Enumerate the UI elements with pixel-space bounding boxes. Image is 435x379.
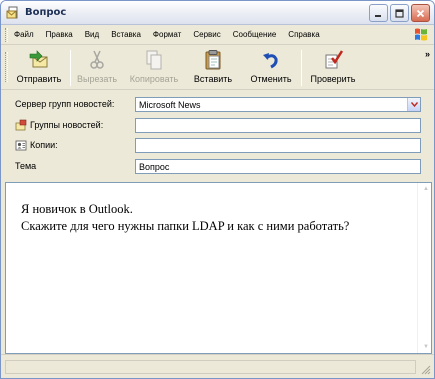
message-header: Сервер групп новостей: Microsoft News Гр… [1, 91, 434, 181]
undo-label: Отменить [250, 74, 292, 84]
cc-label-wrap[interactable]: Копии: [15, 139, 58, 151]
newsgroups-label: Группы новостей: [30, 120, 104, 130]
subject-label: Тема [15, 161, 37, 171]
undo-arrow-icon [263, 53, 278, 69]
spellcheck-button[interactable]: Проверить [302, 46, 364, 88]
subject-row: Тема Вопрос [1, 157, 434, 175]
close-icon [416, 9, 425, 17]
cc-label: Копии: [30, 140, 58, 150]
address-book-icon [15, 140, 27, 151]
server-select[interactable]: Microsoft News [135, 97, 421, 112]
message-text[interactable]: Я новичок в Outlook. Скажите для чего ну… [21, 201, 349, 235]
message-body[interactable]: Я новичок в Outlook. Скажите для чего ну… [5, 182, 432, 354]
message-line-1: Я новичок в Outlook. [21, 202, 133, 216]
send-icon [29, 50, 48, 68]
scroll-up-icon[interactable]: ▲ [423, 186, 429, 192]
menu-format[interactable]: Формат [147, 30, 187, 39]
paste-label: Вставить [193, 74, 233, 84]
maximize-button[interactable] [390, 4, 409, 22]
menu-edit[interactable]: Правка [40, 30, 79, 39]
cut-button[interactable]: Вырезать [71, 46, 123, 88]
toolbar-overflow-button[interactable]: » [425, 49, 430, 59]
menu-bar: Файл Правка Вид Вставка Формат Сервис Со… [1, 25, 434, 45]
menu-help[interactable]: Справка [282, 30, 325, 39]
status-panel [5, 360, 416, 374]
cc-input[interactable] [135, 138, 421, 153]
copy-icon [146, 50, 162, 70]
close-button[interactable] [411, 4, 430, 22]
copy-button[interactable]: Копировать [123, 46, 185, 88]
message-window: Вопрос Файл Правка Вид Вставка Формат Се… [0, 0, 435, 379]
window-title: Вопрос [25, 7, 67, 18]
menu-tools[interactable]: Сервис [187, 30, 226, 39]
minimize-button[interactable] [369, 4, 388, 22]
toolbar: Отправить Вырезать Копировать Вставить О… [1, 46, 434, 90]
cut-label: Вырезать [76, 74, 118, 84]
menu-view[interactable]: Вид [79, 30, 105, 39]
newsgroups-icon [15, 119, 27, 131]
scissors-icon [90, 50, 104, 69]
title-bar[interactable]: Вопрос [1, 1, 434, 25]
menu-message[interactable]: Сообщение [227, 30, 283, 39]
spellcheck-icon [325, 50, 344, 69]
undo-button[interactable]: Отменить [241, 46, 301, 88]
scroll-down-icon[interactable]: ▼ [423, 344, 429, 350]
server-label: Сервер групп новостей: [15, 99, 115, 109]
newsgroups-input[interactable] [135, 118, 421, 133]
window-controls [369, 4, 430, 22]
chevron-down-icon [410, 102, 418, 107]
menu-insert[interactable]: Вставка [105, 30, 147, 39]
resize-grip-icon[interactable] [419, 363, 431, 375]
newsgroups-label-wrap[interactable]: Группы новостей: [15, 119, 103, 131]
server-value: Microsoft News [139, 99, 201, 110]
send-button[interactable]: Отправить [8, 46, 70, 88]
clipboard-icon [205, 50, 221, 70]
subject-value: Вопрос [139, 161, 170, 172]
paste-button[interactable]: Вставить [185, 46, 241, 88]
status-bar [1, 354, 434, 378]
subject-input[interactable]: Вопрос [135, 159, 421, 174]
menu-file[interactable]: Файл [8, 30, 40, 39]
newsgroups-row: Группы новостей: [1, 116, 434, 134]
envelope-icon [6, 6, 20, 20]
spellcheck-label: Проверить [310, 74, 356, 84]
send-label: Отправить [16, 74, 62, 84]
copy-label: Копировать [129, 74, 179, 84]
windows-flag-icon [412, 26, 430, 44]
maximize-icon [395, 8, 404, 18]
server-row: Сервер групп новостей: Microsoft News [1, 95, 434, 113]
message-line-2: Скажите для чего нужны папки LDAP и как … [21, 219, 350, 233]
server-dropdown-button[interactable] [407, 98, 420, 111]
cc-row: Копии: [1, 136, 434, 154]
body-scrollbar[interactable]: ▲ ▼ [417, 183, 431, 353]
minimize-icon [375, 14, 381, 17]
